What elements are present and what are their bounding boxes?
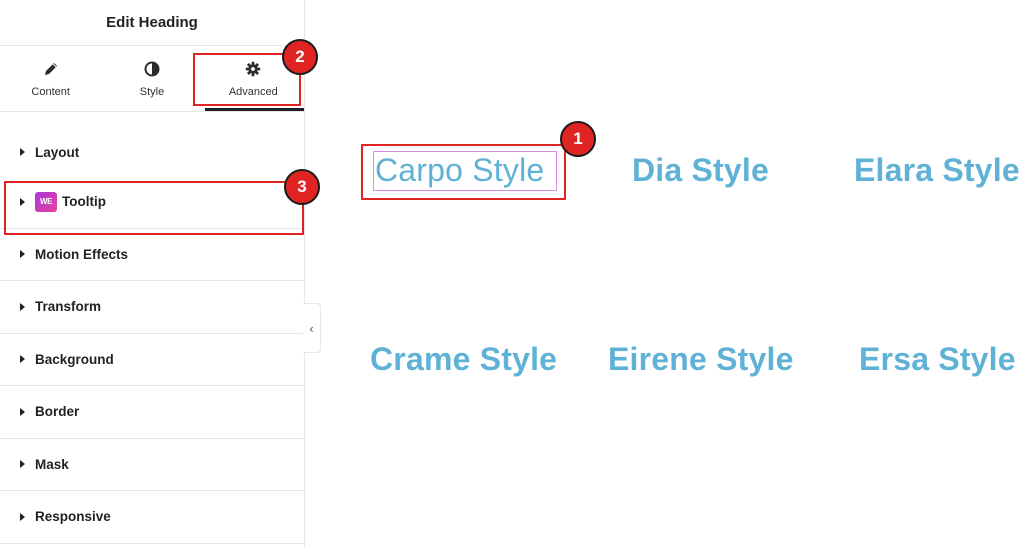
half-circle-icon xyxy=(143,60,161,78)
heading-elara-style[interactable]: Elara Style xyxy=(854,152,1020,189)
preview-canvas: Carpo Style Dia Style Elara Style Crame … xyxy=(306,0,1024,548)
tab-style[interactable]: Style xyxy=(101,46,202,111)
heading-dia-style[interactable]: Dia Style xyxy=(632,152,769,189)
annotation-box-heading xyxy=(361,144,566,200)
section-border-label: Border xyxy=(35,404,80,420)
heading-crame-style[interactable]: Crame Style xyxy=(370,341,557,378)
annotation-marker-3: 3 xyxy=(284,169,320,205)
section-motion-effects-label: Motion Effects xyxy=(35,246,128,262)
caret-right-icon xyxy=(20,407,25,416)
section-layout-label: Layout xyxy=(35,144,80,160)
section-list: Layout WE Tooltip Motion Effects Transfo… xyxy=(0,112,304,544)
heading-eirene-style[interactable]: Eirene Style xyxy=(608,341,794,378)
annotation-marker-1: 1 xyxy=(560,121,596,157)
section-responsive[interactable]: Responsive xyxy=(0,491,304,544)
tab-content[interactable]: Content xyxy=(0,46,101,111)
section-background-label: Background xyxy=(35,351,114,367)
tab-content-label: Content xyxy=(31,85,70,98)
section-mask-label: Mask xyxy=(35,456,69,472)
caret-right-icon xyxy=(20,148,25,156)
annotation-box-tooltip xyxy=(4,181,304,235)
tab-style-label: Style xyxy=(139,85,165,98)
section-motion-effects[interactable]: Motion Effects xyxy=(0,229,304,281)
section-border[interactable]: Border xyxy=(0,386,304,439)
section-responsive-label: Responsive xyxy=(35,509,111,525)
caret-right-icon xyxy=(20,302,25,311)
section-background[interactable]: Background xyxy=(0,334,304,386)
section-layout[interactable]: Layout xyxy=(0,128,304,176)
panel-title: Edit Heading xyxy=(106,14,198,31)
caret-right-icon xyxy=(20,355,25,364)
heading-ersa-style[interactable]: Ersa Style xyxy=(859,341,1016,378)
caret-right-icon xyxy=(20,460,25,469)
section-mask[interactable]: Mask xyxy=(0,439,304,491)
caret-right-icon xyxy=(20,250,25,259)
panel-header: Edit Heading xyxy=(0,0,304,46)
caret-right-icon xyxy=(20,512,25,521)
annotation-marker-2: 2 xyxy=(282,39,318,75)
section-transform[interactable]: Transform xyxy=(0,281,304,334)
section-transform-label: Transform xyxy=(35,299,102,315)
editor-root: Edit Heading Content Style Advanced Layo… xyxy=(0,0,1024,548)
pencil-icon xyxy=(42,60,60,78)
